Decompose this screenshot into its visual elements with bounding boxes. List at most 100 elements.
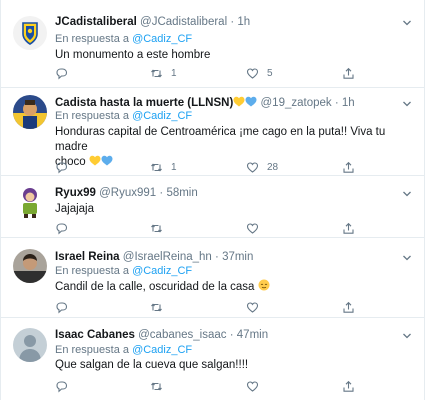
reply-prefix: En respuesta a [55,265,129,277]
retweet-button[interactable]: 1 [150,66,177,80]
reply-to-link[interactable]: @Cadiz_CF [132,110,192,122]
tweet-text-line: Honduras capital de Centroamérica ¡me ca… [55,126,386,153]
tweet-header: JCadistaliberal @JCadistaliberal · 1h [55,15,394,29]
display-name[interactable]: Isaac Cabanes [55,329,135,341]
timestamp[interactable]: 47min [237,329,268,341]
heart-icon [246,380,259,392]
blue-heart-icon [245,96,257,111]
retweet-button[interactable] [150,379,171,393]
display-name[interactable]: Israel Reina [55,251,120,263]
cartoon-character-avatar[interactable] [13,185,47,219]
like-count: 5 [267,67,273,79]
tweet[interactable]: Israel Reina @IsraelReina_hn · 37min En … [1,238,424,318]
tweet-text: Candil de la calle, oscuridad de la casa [55,279,410,296]
retweet-icon [151,381,162,391]
share-icon [343,161,354,173]
user-handle[interactable]: @JCadistaliberal [140,16,227,28]
like-button[interactable] [246,379,267,393]
retweet-count: 1 [171,67,177,79]
reply-prefix: En respuesta a [55,344,129,356]
person-photo-avatar[interactable] [13,249,47,283]
tweet-text: Que salgan de la cueva que salgan!!!! [55,359,249,371]
yellow-heart-icon [233,96,245,111]
reply-context: En respuesta a @Cadiz_CF [55,264,192,278]
share-button[interactable] [342,300,355,314]
tweet-actions: 1 28 [55,160,355,174]
share-button[interactable] [342,66,355,80]
chevron-down-icon[interactable] [402,189,412,199]
reply-button[interactable] [55,379,76,393]
cadiz-crest-avatar[interactable] [13,16,47,50]
display-name[interactable]: Ryux99 [55,187,96,199]
reply-context: En respuesta a @Cadiz_CF [55,343,192,357]
retweet-icon [151,223,162,233]
share-button[interactable] [342,221,355,235]
display-name[interactable]: Cadista hasta la muerte (LLNSN) [55,97,233,109]
tweet-actions: 1 5 [55,66,355,80]
reply-context: En respuesta a @Cadiz_CF [55,109,192,123]
reply-prefix: En respuesta a [55,33,129,45]
retweet-button[interactable] [150,221,171,235]
tweet-actions [55,221,355,235]
like-button[interactable]: 28 [246,160,278,174]
reply-context: En respuesta a @Cadiz_CF [55,32,192,46]
separator-dot: · [334,97,339,109]
separator-dot: · [159,187,164,199]
retweet-button[interactable]: 1 [150,160,177,174]
share-button[interactable] [342,160,355,174]
display-name[interactable]: JCadistaliberal [55,16,137,28]
reply-button[interactable] [55,221,76,235]
reply-icon [56,222,68,235]
reply-prefix: En respuesta a [55,110,129,122]
tweet[interactable]: Ryux99 @Ryux991 · 58min Jajajaja [1,176,424,238]
share-icon [343,67,354,79]
retweet-count: 1 [171,161,177,173]
tweet-header: Ryux99 @Ryux991 · 58min [55,186,394,200]
retweet-button[interactable] [150,300,171,314]
retweet-icon [151,68,162,78]
reply-button[interactable] [55,300,76,314]
timestamp[interactable]: 58min [166,187,197,199]
reply-button[interactable] [55,160,76,174]
timestamp[interactable]: 1h [342,97,355,109]
chevron-down-icon[interactable] [402,331,412,341]
share-button[interactable] [342,379,355,393]
reply-to-link[interactable]: @Cadiz_CF [132,344,192,356]
chevron-down-icon[interactable] [402,99,412,109]
heart-icon [246,222,259,234]
user-handle[interactable]: @IsraelReina_hn [123,251,212,263]
tweet[interactable]: Isaac Cabanes @cabanes_isaac · 47min En … [1,318,424,400]
user-handle[interactable]: @19_zatopek [261,97,332,109]
like-count: 28 [267,161,279,173]
user-handle[interactable]: @Ryux991 [99,187,156,199]
reply-to-link[interactable]: @Cadiz_CF [132,33,192,45]
tweet-header: Isaac Cabanes @cabanes_isaac · 47min [55,328,394,342]
reply-button[interactable] [55,66,76,80]
tweet[interactable]: Cadista hasta la muerte (LLNSN) @19_zato… [1,88,424,176]
tweet-actions [55,379,355,393]
separator-dot: · [215,251,219,263]
user-handle[interactable]: @cabanes_isaac [138,329,226,341]
timestamp[interactable]: 1h [237,16,250,28]
reply-icon [56,67,68,80]
chevron-down-icon[interactable] [402,18,412,28]
share-icon [343,222,354,234]
tweet[interactable]: JCadistaliberal @JCadistaliberal · 1h En… [1,0,424,88]
heart-icon [246,161,259,173]
reply-to-link[interactable]: @Cadiz_CF [132,265,192,277]
retweet-icon [151,162,162,172]
tweet-actions [55,300,355,314]
yellow-blue-avatar[interactable] [13,95,47,129]
timestamp[interactable]: 37min [222,251,253,263]
reply-icon [56,161,68,174]
chevron-down-icon[interactable] [402,253,412,263]
tweet-feed: JCadistaliberal @JCadistaliberal · 1h En… [0,0,425,400]
relieved-face-icon [258,279,270,296]
like-button[interactable]: 5 [246,66,273,80]
like-button[interactable] [246,221,267,235]
reply-icon [56,380,68,393]
reply-icon [56,301,68,314]
heart-icon [246,67,259,79]
like-button[interactable] [246,300,267,314]
default-profile-avatar[interactable] [13,328,47,362]
